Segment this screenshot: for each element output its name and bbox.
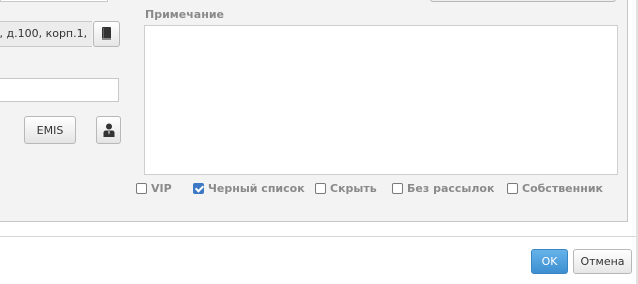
owner-label: Собственник bbox=[522, 181, 604, 195]
cancel-button[interactable]: Отмена bbox=[573, 249, 632, 274]
checkbox-box[interactable] bbox=[507, 182, 518, 194]
address-value: в, д.100, корп.1, bbox=[0, 27, 88, 40]
note-textarea[interactable] bbox=[144, 25, 618, 175]
note-label: Примечание bbox=[145, 8, 224, 21]
emis-button-label: EMIS bbox=[36, 123, 64, 137]
no-mailing-checkbox[interactable]: Без рассылок bbox=[392, 181, 494, 195]
ok-button[interactable]: OK bbox=[531, 249, 568, 274]
vip-checkbox[interactable]: VIP bbox=[136, 181, 172, 195]
ok-button-label: OK bbox=[541, 255, 558, 268]
vip-label: VIP bbox=[151, 181, 172, 195]
blacklist-checkbox[interactable]: Черный список bbox=[193, 181, 305, 195]
hide-checkbox[interactable]: Скрыть bbox=[315, 181, 377, 195]
checkbox-box[interactable] bbox=[136, 182, 147, 194]
address-book-button[interactable] bbox=[93, 21, 120, 47]
partial-input-field[interactable] bbox=[0, 0, 108, 2]
footer-divider bbox=[0, 236, 638, 237]
no-mailing-label: Без рассылок bbox=[407, 181, 495, 195]
form-panel: в, д.100, корп.1, EMIS Примечание VIP Че… bbox=[0, 0, 628, 222]
checkbox-box[interactable] bbox=[392, 182, 403, 194]
checkbox-box[interactable] bbox=[315, 182, 326, 194]
person-button[interactable] bbox=[96, 116, 121, 144]
partial-button[interactable] bbox=[430, 0, 616, 2]
address-book-icon bbox=[102, 27, 111, 40]
person-icon bbox=[103, 123, 114, 137]
address-field[interactable]: в, д.100, корп.1, bbox=[0, 21, 92, 47]
owner-checkbox[interactable]: Собственник bbox=[507, 181, 603, 195]
hide-label: Скрыть bbox=[330, 181, 377, 195]
emis-button[interactable]: EMIS bbox=[24, 116, 76, 144]
text-input[interactable] bbox=[0, 78, 119, 102]
blacklist-label: Черный список bbox=[208, 181, 305, 195]
cancel-button-label: Отмена bbox=[580, 255, 625, 268]
checkbox-box[interactable] bbox=[193, 182, 204, 194]
dialog: в, д.100, корп.1, EMIS Примечание VIP Че… bbox=[0, 0, 638, 284]
